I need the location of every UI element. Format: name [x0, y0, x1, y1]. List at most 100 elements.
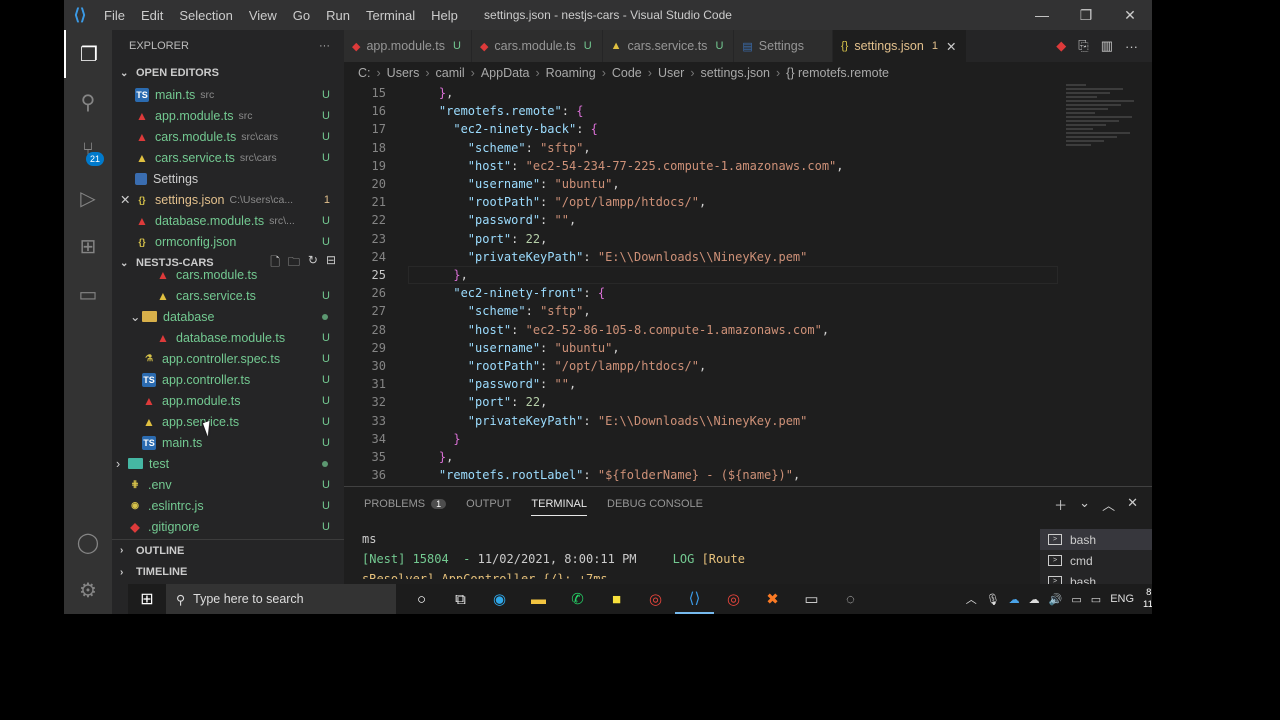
tab-settings[interactable]: ▤ Settings [734, 30, 832, 62]
breadcrumb-item[interactable]: Code [612, 66, 642, 80]
menu-item-run[interactable]: Run [318, 8, 358, 23]
angular-icon[interactable]: ◆ [1056, 38, 1066, 54]
open-editor-item[interactable]: {} ormconfig.json U [112, 231, 344, 252]
menu-item-help[interactable]: Help [423, 8, 466, 23]
tree-item[interactable]: ⌄ database [112, 306, 344, 327]
tree-item[interactable]: ▲ database.module.ts U [112, 327, 344, 348]
obs-icon[interactable]: ◌ [831, 584, 870, 614]
edge-icon[interactable]: ◉ [480, 584, 519, 614]
split-editor-icon[interactable]: ▥ [1101, 38, 1113, 54]
tree-item[interactable]: ◉ .eslintrc.js U [112, 495, 344, 516]
open-editor-item[interactable]: ▲ cars.service.ts src\cars U [112, 147, 344, 168]
keyboard-icon[interactable]: ▭ [1091, 593, 1101, 606]
open-editor-item[interactable]: ▲ app.module.ts src U [112, 105, 344, 126]
close-icon[interactable]: ✕ [946, 39, 956, 54]
open-editor-item[interactable]: ▲ cars.module.ts src\cars U [112, 126, 344, 147]
breadcrumb-item[interactable]: C: [358, 66, 371, 80]
panel-tab-debug-console[interactable]: DEBUG CONSOLE [607, 498, 703, 510]
cortana-icon[interactable]: ○ [402, 584, 441, 614]
open-editor-item[interactable]: Settings [112, 168, 344, 189]
source-control-icon[interactable]: ⑂ 21 [64, 126, 112, 174]
open-editor-item[interactable]: ✕{} settings.json C:\Users\ca... 1 [112, 189, 344, 210]
vscode-taskbar-icon[interactable]: ⟨⟩ [675, 584, 714, 614]
breadcrumb-item[interactable]: Roaming [546, 66, 596, 80]
tree-item[interactable]: TS main.ts U [112, 432, 344, 453]
breadcrumb-item[interactable]: camil [436, 66, 465, 80]
windows-start-icon[interactable]: ⊞ [128, 589, 166, 609]
microphone-icon[interactable]: 🎙 [986, 593, 1000, 606]
tree-item[interactable]: {}.prettierrcU [112, 537, 344, 539]
breadcrumb-item[interactable]: AppData [481, 66, 530, 80]
tab-settings-json[interactable]: {} settings.json 1 ✕ [832, 30, 967, 62]
open-editor-item[interactable]: TS main.ts src U [112, 84, 344, 105]
close-panel-icon[interactable]: ✕ [1127, 495, 1138, 514]
chrome-profile-icon[interactable]: ◎ [714, 584, 753, 614]
maximize-panel-icon[interactable]: ︿ [1102, 495, 1115, 514]
terminal-instance[interactable]: > bash [1040, 529, 1152, 550]
open-editors-section[interactable]: ⌄ OPEN EDITORS [112, 62, 344, 84]
network-icon[interactable]: ▭ [1071, 593, 1081, 606]
open-editor-item[interactable]: ▲ database.module.ts src\... U [112, 210, 344, 231]
account-icon[interactable]: ◯ [64, 518, 112, 566]
breadcrumb-item[interactable]: User [658, 66, 684, 80]
onedrive-icon[interactable]: ☁ [1009, 593, 1020, 606]
taskbar-search[interactable]: ⚲ Type here to search [166, 584, 396, 614]
task-view-icon[interactable]: ⧉ [441, 584, 480, 614]
more-actions-icon[interactable]: ··· [319, 40, 330, 52]
chrome-icon[interactable]: ◎ [636, 584, 675, 614]
menu-item-view[interactable]: View [241, 8, 285, 23]
menu-item-go[interactable]: Go [285, 8, 318, 23]
minimap[interactable] [1066, 84, 1138, 154]
volume-icon[interactable]: 🔊 [1049, 593, 1063, 606]
extensions-icon[interactable]: ⊞ [64, 222, 112, 270]
new-terminal-icon[interactable]: ＋ [1054, 495, 1067, 514]
tree-item[interactable]: TS app.controller.ts U [112, 369, 344, 390]
chevron-down-icon[interactable]: ⌄ [1079, 495, 1090, 514]
tree-item[interactable]: ▲ cars.module.ts [112, 264, 344, 285]
close-window-button[interactable]: ✕ [1108, 0, 1152, 30]
close-icon[interactable]: ✕ [120, 192, 135, 207]
tree-item[interactable]: ⚗ app.controller.spec.ts U [112, 348, 344, 369]
menu-item-file[interactable]: File [96, 8, 133, 23]
panel-tab-problems[interactable]: PROBLEMS 1 [364, 498, 447, 510]
explorer-icon[interactable]: ❐ [64, 30, 112, 78]
panel-tab-output[interactable]: OUTPUT [466, 498, 511, 510]
tab-cars-service-ts[interactable]: ▲ cars.service.ts U [602, 30, 734, 62]
clock[interactable]: 8:08 PM11/2/2021 [1143, 587, 1152, 611]
whatsapp-icon[interactable]: ✆ [558, 584, 597, 614]
tree-item[interactable]: ▲ app.module.ts U [112, 390, 344, 411]
tree-item[interactable]: ▲ cars.service.ts U [112, 285, 344, 306]
menu-item-terminal[interactable]: Terminal [358, 8, 423, 23]
tree-item[interactable]: ▲ app.service.ts U [112, 411, 344, 432]
tree-item[interactable]: ⋕ .env U [112, 474, 344, 495]
panel-tab-terminal[interactable]: TERMINAL [531, 498, 588, 516]
tree-item[interactable]: › test [112, 453, 344, 474]
terminal-output[interactable]: ms [Nest] 15804 - 11/02/2021, 8:00:11 PM … [362, 529, 1012, 579]
language-indicator[interactable]: ENG [1110, 593, 1134, 605]
settings-gear-icon[interactable]: ⚙ [64, 566, 112, 614]
remote-explorer-icon[interactable]: ▭ [64, 270, 112, 318]
timeline-section[interactable]: › TIMELINE [112, 561, 344, 583]
terminal-instance[interactable]: > cmd [1040, 550, 1152, 571]
breadcrumb-item[interactable]: Users [387, 66, 420, 80]
tab-app-module-ts[interactable]: ◆ app.module.ts U [344, 30, 471, 62]
file-explorer-icon[interactable]: ▬ [519, 584, 558, 614]
tab-cars-module-ts[interactable]: ◆ cars.module.ts U [471, 30, 602, 62]
outline-section[interactable]: › OUTLINE [112, 539, 344, 561]
tray-chevron-up-icon[interactable]: ︿ [966, 591, 977, 607]
more-actions-icon[interactable]: ··· [1125, 39, 1138, 54]
terminal-icon[interactable]: ▭ [792, 584, 831, 614]
cloud-icon[interactable]: ☁ [1029, 593, 1040, 606]
restore-button[interactable]: ❐ [1064, 0, 1108, 30]
tree-item[interactable]: ◆ .gitignore U [112, 516, 344, 537]
code-editor[interactable]: 15 }, 16 "remotefs.remote": {17 "ec2-nine… [344, 84, 1064, 486]
breadcrumb-item[interactable]: {} remotefs.remote [786, 66, 889, 80]
sticky-notes-icon[interactable]: ■ [597, 584, 636, 614]
minimize-button[interactable]: — [1020, 0, 1064, 30]
run-debug-icon[interactable]: ▷ [64, 174, 112, 222]
menu-item-selection[interactable]: Selection [171, 8, 240, 23]
breadcrumb-item[interactable]: settings.json [701, 66, 770, 80]
open-settings-icon[interactable]: ⎘ [1078, 38, 1088, 54]
xampp-icon[interactable]: ✖ [753, 584, 792, 614]
search-icon[interactable]: ⚲ [64, 78, 112, 126]
